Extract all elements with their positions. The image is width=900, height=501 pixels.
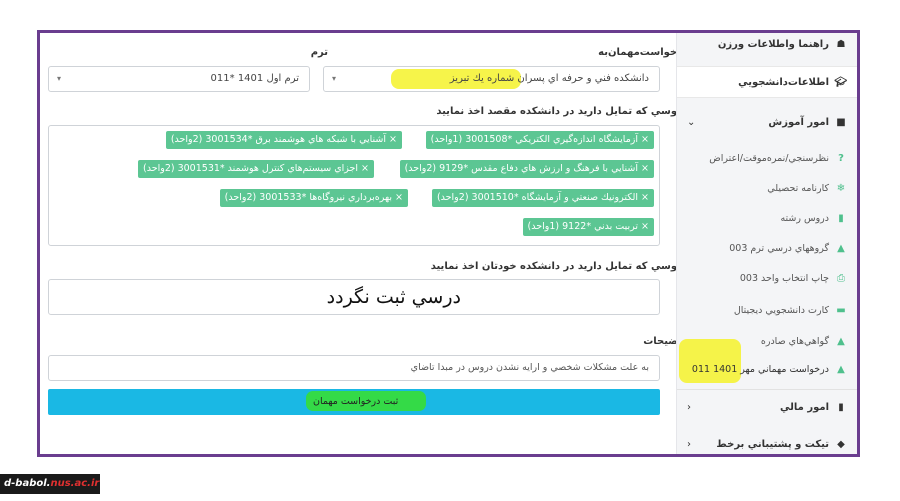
sidebar-item-label: امور آموزش: [768, 117, 829, 128]
sidebar-item-label: کارت دانشجويي ديجيتال: [733, 305, 829, 316]
school-select-value: دانشکده فني و حرفه اي پسران شماره يك تبر…: [449, 73, 649, 84]
sitemap-icon: ☗: [836, 39, 846, 50]
sidebar-item-label: چاپ انتخاب واحد 003: [739, 273, 829, 284]
sidebar-item-survey[interactable]: ? نظرسنجي/نمره‌موقت/اعتراض: [709, 153, 847, 164]
dest-courses-label: دروسي که تمايل داريد در دانشکده مقصد اخذ…: [436, 106, 688, 117]
site-watermark: d-babol.nus.ac.ir: [0, 474, 100, 494]
own-courses-multiselect[interactable]: درسي ثبت نگردد: [48, 279, 660, 315]
course-tag[interactable]: × الكترونيك صنعتي و آزمايشگاه *3001510 (…: [431, 189, 654, 207]
sidebar-item-finance[interactable]: ▮ امور مالي: [780, 402, 847, 413]
sidebar-item-label: راهنما واطلاعات ورزن: [717, 39, 829, 50]
course-tag[interactable]: × تربيت بدني *9122 (1واحد): [522, 218, 654, 236]
sidebar-item-guest-request[interactable]: ▲ درخواست مهماني مهر 1401 011: [692, 364, 847, 375]
notes-textarea[interactable]: به علت مشكلات شخصي و ارايه نشدن دروس در …: [48, 355, 660, 381]
sidebar-item-major-courses[interactable]: ▮ دروس رشته: [780, 213, 847, 224]
app-window: درخواست‌مهمان‌به ترم دانشکده فني و حرفه …: [37, 30, 860, 457]
chevron-left-icon[interactable]: ›: [687, 402, 691, 413]
sidebar-item-student-info[interactable]: 🎓︎ اطلاعات‌دانشجويي: [738, 77, 847, 88]
own-courses-value: درسي ثبت نگردد: [326, 286, 461, 308]
sidebar-item-certificates[interactable]: ▲ گواهي‌هاي صادره: [761, 336, 847, 347]
sidebar: ☗ راهنما واطلاعات ورزن 🎓︎ اطلاعات‌دانشجو…: [676, 33, 857, 454]
guest-request-form: درخواست‌مهمان‌به ترم دانشکده فني و حرفه …: [48, 33, 688, 454]
course-tag[interactable]: × بهره‌برداري نيروگاه‌ها *3001533 (2واحد…: [219, 189, 408, 207]
sidebar-item-label: نظرسنجي/نمره‌موقت/اعتراض: [709, 153, 829, 164]
chevron-left-icon[interactable]: ›: [687, 439, 691, 450]
bell-icon: ▲: [837, 336, 845, 347]
sidebar-item-ticket[interactable]: ◆ تيکت و پشتيباني برخط: [716, 439, 847, 450]
card-icon: ▬: [836, 305, 846, 316]
term-select[interactable]: ترم اول 1401 *011 ▾: [48, 66, 310, 92]
sidebar-item-label: دروس رشته: [780, 213, 829, 224]
notes-value: به علت مشكلات شخصي و ارايه نشدن دروس در …: [410, 362, 649, 373]
sidebar-item-label: تيکت و پشتيباني برخط: [716, 439, 829, 450]
chevron-down-icon[interactable]: ⌄: [687, 117, 695, 128]
sidebar-item-education[interactable]: ■ امور آموزش: [768, 117, 847, 128]
own-courses-label: دروسي که تمايل داريد در دانشکده خودتان ا…: [430, 261, 688, 272]
snowflake-icon: ❄: [836, 183, 846, 194]
question-icon: ?: [838, 153, 844, 164]
bell-icon: ▲: [837, 243, 845, 254]
sidebar-item-guide[interactable]: ☗ راهنما واطلاعات ورزن: [718, 39, 847, 50]
graduation-cap-icon: 🎓︎: [834, 77, 847, 88]
sidebar-item-print-selection[interactable]: ⎙ چاپ انتخاب واحد 003: [740, 273, 847, 284]
yellow-highlight: [679, 339, 741, 383]
sidebar-item-label: کارنامه تحصيلي: [767, 183, 829, 194]
tag-icon: ◆: [837, 439, 845, 450]
watermark-prefix: d-babol.: [4, 478, 51, 489]
submit-guest-request-button[interactable]: ثبت درخواست مهمان: [48, 389, 660, 415]
course-tag[interactable]: × آشنايي با شبكه هاي هوشمند برق *3001534…: [165, 131, 402, 149]
sidebar-item-label: گواهي‌هاي صادره: [760, 336, 829, 347]
sidebar-item-label: امور مالي: [780, 402, 829, 413]
chevron-down-icon: ▾: [57, 74, 62, 83]
course-tag[interactable]: × اجزاي سيستم‌هاي کنترل هوشمند *3001531 …: [138, 160, 374, 178]
school-select[interactable]: دانشکده فني و حرفه اي پسران شماره يك تبر…: [323, 66, 660, 92]
file-icon: ▮: [838, 402, 844, 413]
dest-courses-multiselect[interactable]: × آزمايشگاه اندازه‌گيري الكتريكي *300150…: [48, 125, 660, 246]
submit-label: ثبت درخواست مهمان: [313, 396, 399, 407]
watermark-suffix: nus.ac.ir: [50, 478, 100, 489]
sidebar-item-label: گروههاي درسي ترم 003: [729, 243, 829, 254]
chevron-down-icon: ▾: [332, 74, 337, 83]
sidebar-item-transcript[interactable]: ❄ کارنامه تحصيلي: [767, 183, 847, 194]
sidebar-item-digital-card[interactable]: ▬ کارت دانشجويي ديجيتال: [734, 305, 847, 316]
sidebar-separator: [677, 389, 857, 390]
bookmark-icon: ▮: [838, 213, 844, 224]
course-tag[interactable]: × آشنايي با فرهنگ و ارزش هاي دفاع مقدس *…: [399, 160, 654, 178]
bell-icon: ▲: [837, 364, 845, 375]
term-select-value: ترم اول 1401 *011: [210, 73, 299, 84]
sidebar-item-label: درخواست مهماني مهر 1401 011: [691, 364, 829, 375]
term-label: ترم: [310, 47, 328, 58]
sidebar-item-course-groups[interactable]: ▲ گروههاي درسي ترم 003: [729, 243, 847, 254]
book-icon: ■: [836, 117, 846, 128]
course-tag[interactable]: × آزمايشگاه اندازه‌گيري الكتريكي *300150…: [425, 131, 654, 149]
request-label: درخواست‌مهمان‌به: [598, 47, 688, 58]
sidebar-item-label: اطلاعات‌دانشجويي: [738, 77, 829, 88]
print-icon: ⎙: [837, 273, 845, 284]
